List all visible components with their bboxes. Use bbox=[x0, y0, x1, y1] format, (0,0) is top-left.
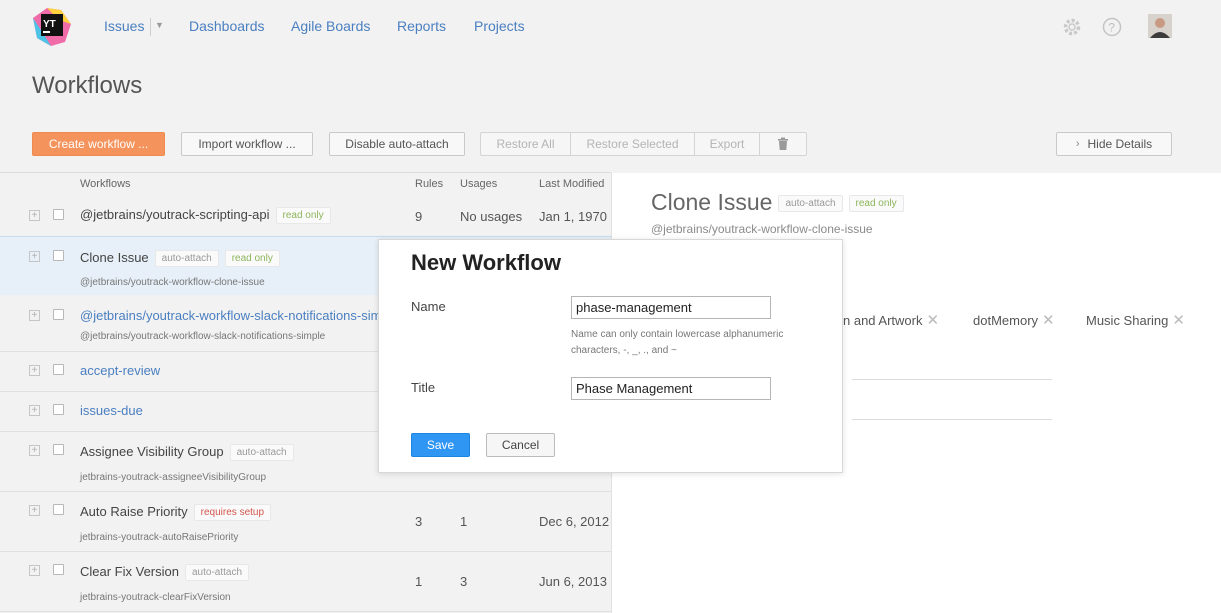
remove-icon[interactable]: ✕ bbox=[1172, 312, 1185, 329]
row-checkbox[interactable] bbox=[53, 309, 64, 320]
last-modified: Jan 1, 1970 bbox=[539, 209, 607, 224]
hide-details-label: Hide Details bbox=[1087, 137, 1153, 151]
save-button[interactable]: Save bbox=[411, 433, 470, 457]
workflow-name[interactable]: Clear Fix Version auto-attach bbox=[80, 564, 250, 581]
restore-all-button[interactable]: Restore All bbox=[481, 133, 571, 155]
rules-count: 9 bbox=[415, 209, 423, 224]
dialog-title: New Workflow bbox=[411, 250, 561, 275]
rules-count: 1 bbox=[415, 574, 423, 589]
attached-project: dotMemory ✕ bbox=[973, 312, 1055, 329]
row-checkbox[interactable] bbox=[53, 564, 64, 575]
workflow-name[interactable]: @jetbrains/youtrack-scripting-api read on… bbox=[80, 207, 331, 224]
column-header-usages[interactable]: Usages bbox=[460, 178, 497, 190]
auto-attach-badge: auto-attach bbox=[229, 444, 294, 461]
nav-projects[interactable]: Projects bbox=[474, 18, 525, 34]
page-title: Workflows bbox=[32, 72, 143, 99]
last-modified: Dec 6, 2012 bbox=[539, 514, 610, 529]
user-avatar[interactable] bbox=[1148, 14, 1172, 38]
create-workflow-button[interactable]: Create workflow ... bbox=[32, 132, 165, 156]
row-checkbox[interactable] bbox=[53, 209, 64, 220]
selection-actions-group: Restore All Restore Selected Export bbox=[480, 132, 807, 156]
expand-icon[interactable]: + bbox=[29, 505, 40, 516]
workflow-name[interactable]: accept-review bbox=[80, 363, 160, 378]
usages-count: 1 bbox=[460, 514, 468, 529]
import-workflow-button[interactable]: Import workflow ... bbox=[181, 132, 313, 156]
workflow-package-name: jetbrains-youtrack-autoRaisePriority bbox=[80, 532, 239, 543]
expand-icon[interactable]: + bbox=[29, 310, 40, 321]
auto-attach-badge: auto-attach bbox=[154, 250, 219, 267]
youtrack-logo[interactable]: YT bbox=[31, 6, 73, 48]
settings-icon[interactable] bbox=[1062, 17, 1082, 42]
chevron-right-icon: › bbox=[1075, 138, 1080, 150]
restore-selected-button[interactable]: Restore Selected bbox=[571, 133, 695, 155]
auto-attach-badge: auto-attach bbox=[778, 195, 843, 212]
table-row[interactable]: + Clear Fix Version auto-attach jetbrains… bbox=[0, 552, 611, 612]
trash-icon bbox=[778, 137, 788, 150]
divider bbox=[852, 379, 1052, 380]
expand-icon[interactable]: + bbox=[29, 445, 40, 456]
expand-icon[interactable]: + bbox=[29, 365, 40, 376]
requires-setup-badge: requires setup bbox=[193, 504, 272, 521]
disable-auto-attach-button[interactable]: Disable auto-attach bbox=[329, 132, 465, 156]
table-row[interactable]: + @jetbrains/youtrack-scripting-api read … bbox=[0, 197, 611, 237]
workflow-list-header: Workflows Rules Usages Last Modified bbox=[0, 172, 611, 198]
title-input[interactable] bbox=[571, 377, 771, 400]
nav-issues[interactable]: Issues bbox=[104, 18, 144, 34]
workflow-package-name: jetbrains-youtrack-clearFixVersion bbox=[80, 592, 231, 603]
expand-icon[interactable]: + bbox=[29, 405, 40, 416]
details-title: Clone Issue auto-attach read only bbox=[651, 189, 904, 216]
workflow-package-name: jetbrains-youtrack-assigneeVisibilityGro… bbox=[80, 472, 267, 483]
row-checkbox[interactable] bbox=[53, 250, 64, 261]
row-checkbox[interactable] bbox=[53, 364, 64, 375]
attached-project: Music Sharing ✕ bbox=[1086, 312, 1185, 329]
column-header-last-modified[interactable]: Last Modified bbox=[539, 178, 604, 190]
workflow-name[interactable]: Auto Raise Priority requires setup bbox=[80, 504, 272, 521]
column-header-rules[interactable]: Rules bbox=[415, 178, 443, 190]
divider bbox=[852, 419, 1052, 420]
row-checkbox[interactable] bbox=[53, 404, 64, 415]
column-header-workflows[interactable]: Workflows bbox=[80, 178, 131, 190]
read-only-badge: read only bbox=[224, 250, 280, 267]
attached-project: n and Artwork ✕ bbox=[843, 312, 940, 329]
expand-icon[interactable]: + bbox=[29, 565, 40, 576]
nav-divider bbox=[150, 18, 151, 36]
workflow-package-name: @jetbrains/youtrack-workflow-clone-issue bbox=[80, 277, 265, 288]
usages-count: No usages bbox=[460, 209, 523, 224]
workflow-name[interactable]: issues-due bbox=[80, 403, 143, 418]
nav-reports[interactable]: Reports bbox=[397, 18, 446, 34]
row-checkbox[interactable] bbox=[53, 504, 64, 515]
chevron-down-icon[interactable]: ▼ bbox=[155, 20, 164, 30]
details-subtitle: @jetbrains/youtrack-workflow-clone-issue bbox=[651, 222, 873, 236]
logo-text: YT bbox=[43, 19, 56, 30]
auto-attach-badge: auto-attach bbox=[184, 564, 250, 581]
nav-agile-boards[interactable]: Agile Boards bbox=[291, 18, 370, 34]
workflow-name[interactable]: @jetbrains/youtrack-workflow-slack-notif… bbox=[80, 308, 399, 323]
last-modified: Jun 6, 2013 bbox=[539, 574, 607, 589]
expand-icon[interactable]: + bbox=[29, 210, 40, 221]
svg-text:?: ? bbox=[1108, 21, 1115, 35]
new-workflow-dialog: New Workflow Name Name can only contain … bbox=[378, 239, 843, 473]
name-hint: Name can only contain lowercase alphanum… bbox=[571, 329, 784, 356]
export-button[interactable]: Export bbox=[695, 133, 760, 155]
title-label: Title bbox=[411, 380, 436, 395]
table-row[interactable]: + Auto Raise Priority requires setup jetb… bbox=[0, 492, 611, 552]
help-icon[interactable]: ? bbox=[1102, 17, 1122, 42]
rules-count: 3 bbox=[415, 514, 423, 529]
read-only-badge: read only bbox=[275, 207, 331, 224]
read-only-badge: read only bbox=[848, 195, 904, 212]
expand-icon[interactable]: + bbox=[29, 251, 40, 262]
usages-count: 3 bbox=[460, 574, 468, 589]
delete-button[interactable] bbox=[760, 133, 806, 155]
row-checkbox[interactable] bbox=[53, 444, 64, 455]
workflow-name[interactable]: Assignee Visibility Group auto-attach bbox=[80, 444, 294, 461]
workflow-name[interactable]: Clone Issue auto-attach read only bbox=[80, 250, 280, 267]
name-label: Name bbox=[411, 299, 446, 314]
workflow-package-name: @jetbrains/youtrack-workflow-slack-notif… bbox=[80, 331, 326, 342]
name-input[interactable] bbox=[571, 296, 771, 319]
remove-icon[interactable]: ✕ bbox=[927, 312, 940, 329]
hide-details-button[interactable]: › Hide Details bbox=[1056, 132, 1172, 156]
cancel-button[interactable]: Cancel bbox=[486, 433, 555, 457]
nav-dashboards[interactable]: Dashboards bbox=[189, 18, 265, 34]
remove-icon[interactable]: ✕ bbox=[1042, 312, 1055, 329]
